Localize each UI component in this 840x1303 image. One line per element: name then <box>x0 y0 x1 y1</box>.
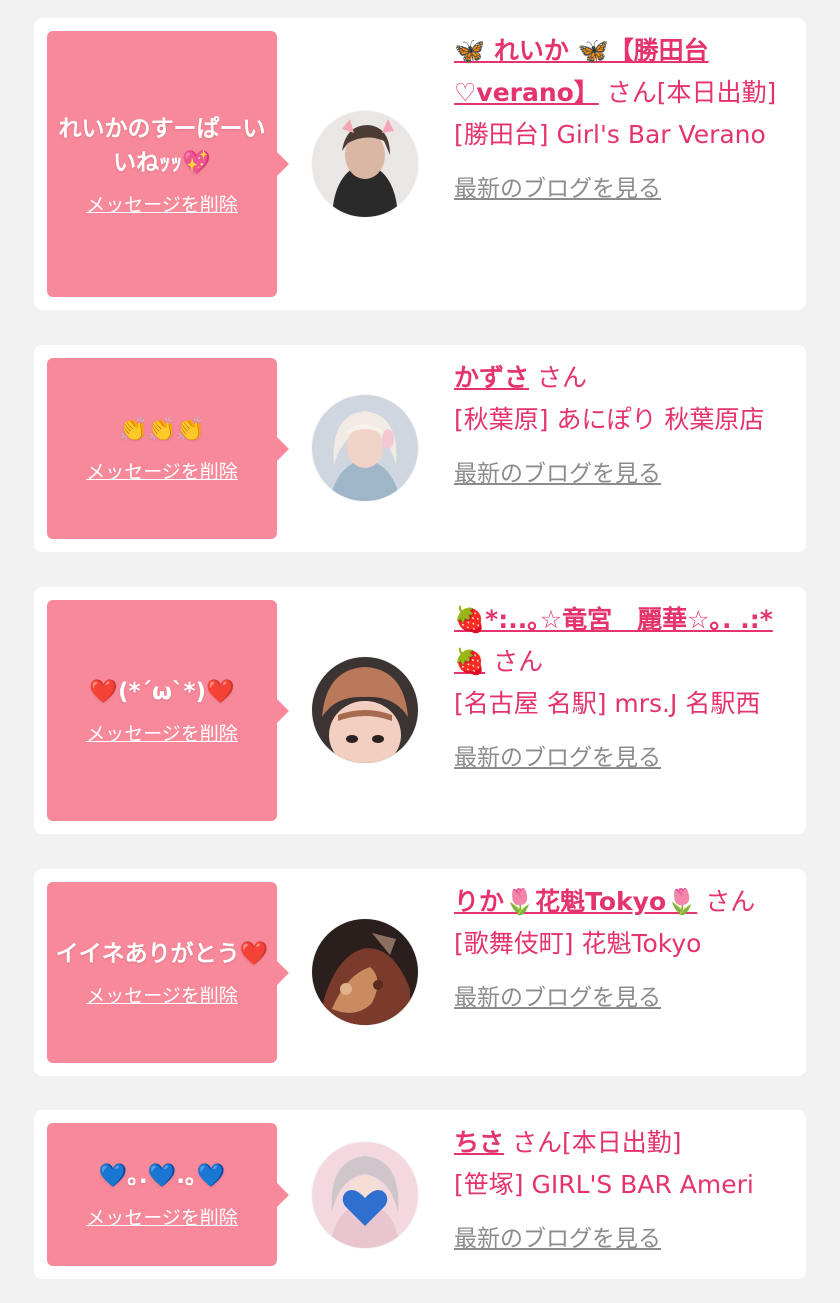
message-text: れいかのすーぱーいいねｯｯ💖 <box>58 115 266 176</box>
cast-info: りか🌷花魁Tokyo🌷 さん [歌舞伎町] 花魁Tokyo 最新のブログを見る <box>454 881 790 1019</box>
shop-name: [笹塚] GIRL'S BAR Ameri <box>454 1170 754 1199</box>
avatar[interactable] <box>312 111 418 217</box>
message-bubble: 💙｡.💙.｡💙 メッセージを削除 <box>47 1123 289 1266</box>
avatar-photo-icon <box>312 657 418 763</box>
avatar[interactable] <box>312 919 418 1025</box>
cast-suffix: さん <box>536 363 587 392</box>
message-card: 👏👏👏 メッセージを削除 かずさ さん [秋葉原] あにぽり 秋葉原店 最新のブ… <box>34 345 806 552</box>
latest-blog-link[interactable]: 最新のブログを見る <box>454 737 790 779</box>
message-bubble: ❤️(*´ω`*)❤️ メッセージを削除 <box>47 600 289 821</box>
avatar-photo-icon <box>312 111 418 217</box>
message-bubble: 👏👏👏 メッセージを削除 <box>47 358 289 539</box>
avatar-photo-icon <box>312 919 418 1025</box>
avatar[interactable] <box>312 1142 418 1248</box>
shop-name: [歌舞伎町] 花魁Tokyo <box>454 929 702 958</box>
avatar[interactable] <box>312 395 418 501</box>
message-bubble: イイネありがとう❤️ メッセージを削除 <box>47 882 289 1063</box>
message-text: イイネありがとう❤️ <box>55 941 269 967</box>
cast-suffix: さん[本日出勤] <box>511 1128 682 1157</box>
message-text: 👏👏👏 <box>119 417 205 443</box>
delete-message-link[interactable]: メッセージを削除 <box>86 719 238 746</box>
message-card: 💙｡.💙.｡💙 メッセージを削除 ちさ さん[本日出勤] [笹塚] GIRL'S… <box>34 1110 806 1279</box>
cast-info: 🦋 れいか 🦋【勝田台♡verano】 さん[本日出勤] [勝田台] Girl'… <box>454 30 790 210</box>
message-text: 💙｡.💙.｡💙 <box>98 1163 226 1189</box>
delete-message-link[interactable]: メッセージを削除 <box>86 190 238 217</box>
cast-info: ちさ さん[本日出勤] [笹塚] GIRL'S BAR Ameri 最新のブログ… <box>454 1122 790 1260</box>
delete-message-link[interactable]: メッセージを削除 <box>86 1203 238 1230</box>
message-text: ❤️(*´ω`*)❤️ <box>89 679 235 705</box>
cast-suffix: さん <box>705 887 756 916</box>
message-list: れいかのすーぱーいいねｯｯ💖 メッセージを削除 🦋 れいか 🦋【勝田台♡vera… <box>0 0 840 1303</box>
cast-name-link[interactable]: ちさ <box>454 1128 504 1157</box>
delete-message-link[interactable]: メッセージを削除 <box>86 457 238 484</box>
latest-blog-link[interactable]: 最新のブログを見る <box>454 977 790 1019</box>
cast-suffix: さん <box>493 647 544 676</box>
cast-info: 🍓*:..｡☆竜宮 麗華☆｡. .:*🍓 さん [名古屋 名駅] mrs.J 名… <box>454 599 790 779</box>
message-card: れいかのすーぱーいいねｯｯ💖 メッセージを削除 🦋 れいか 🦋【勝田台♡vera… <box>34 18 806 310</box>
shop-name: [秋葉原] あにぽり 秋葉原店 <box>454 405 765 434</box>
avatar-photo-icon <box>312 1142 418 1248</box>
delete-message-link[interactable]: メッセージを削除 <box>86 981 238 1008</box>
message-bubble: れいかのすーぱーいいねｯｯ💖 メッセージを削除 <box>47 31 289 297</box>
cast-name-link[interactable]: かずさ <box>454 363 529 392</box>
avatar[interactable] <box>312 657 418 763</box>
latest-blog-link[interactable]: 最新のブログを見る <box>454 168 790 210</box>
cast-info: かずさ さん [秋葉原] あにぽり 秋葉原店 最新のブログを見る <box>454 357 790 495</box>
latest-blog-link[interactable]: 最新のブログを見る <box>454 1218 790 1260</box>
avatar-photo-icon <box>312 395 418 501</box>
cast-name-link[interactable]: りか🌷花魁Tokyo🌷 <box>454 887 697 916</box>
message-card: ❤️(*´ω`*)❤️ メッセージを削除 🍓*:..｡☆竜宮 麗華☆｡. .:*… <box>34 587 806 834</box>
latest-blog-link[interactable]: 最新のブログを見る <box>454 453 790 495</box>
shop-name: [勝田台] Girl's Bar Verano <box>454 120 766 149</box>
shop-name: [名古屋 名駅] mrs.J 名駅西 <box>454 689 761 718</box>
cast-suffix: さん[本日出勤] <box>606 78 777 107</box>
message-card: イイネありがとう❤️ メッセージを削除 りか🌷花魁Tokyo🌷 さん [歌舞伎町… <box>34 869 806 1076</box>
